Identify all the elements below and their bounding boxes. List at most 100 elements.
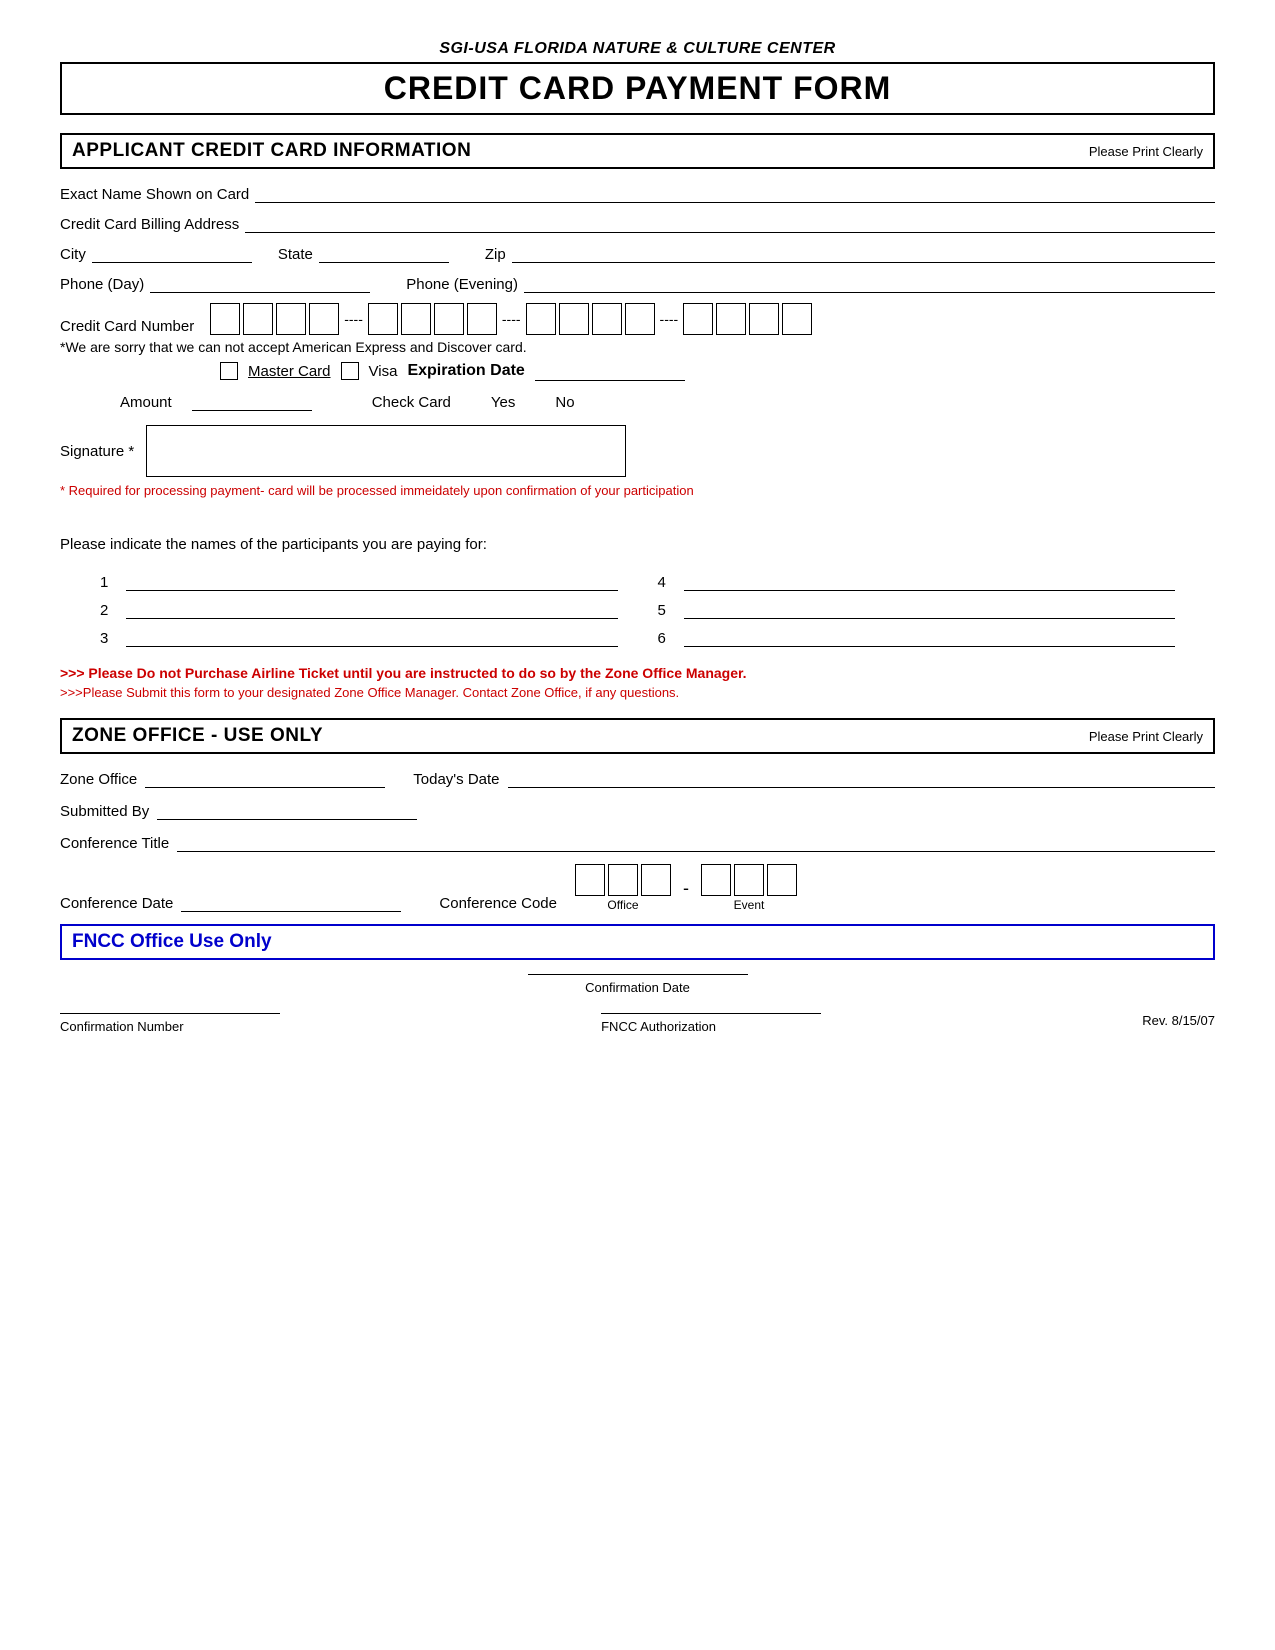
conf-number-line xyxy=(60,1013,280,1014)
name-label: Exact Name Shown on Card xyxy=(60,186,249,203)
confirmation-date-label: Confirmation Date xyxy=(585,980,690,995)
conf-title-label: Conference Title xyxy=(60,835,169,852)
cc-box-9[interactable] xyxy=(526,303,556,335)
submitted-by-row: Submitted By xyxy=(60,800,1215,820)
cc-box-2[interactable] xyxy=(243,303,273,335)
cc-number-row: Credit Card Number ---- ---- ---- xyxy=(60,303,1215,335)
amount-field[interactable] xyxy=(192,391,312,411)
todays-date-field[interactable] xyxy=(508,768,1215,788)
signature-label: Signature * xyxy=(60,443,134,460)
zone-section-header: ZONE OFFICE - USE ONLY Please Print Clea… xyxy=(60,718,1215,754)
cc-dash-3: ---- xyxy=(658,311,681,327)
participant-row-6: 6 xyxy=(658,627,1176,647)
office-box-3[interactable] xyxy=(641,864,671,896)
zip-field[interactable] xyxy=(512,243,1215,263)
cc-box-6[interactable] xyxy=(401,303,431,335)
participant-num-5: 5 xyxy=(658,602,678,619)
participant-num-4: 4 xyxy=(658,574,678,591)
cc-box-12[interactable] xyxy=(625,303,655,335)
city-state-zip-row: City State Zip xyxy=(60,243,1215,263)
no-label: No xyxy=(555,394,574,411)
visa-label: Visa xyxy=(369,363,398,380)
zone-section: ZONE OFFICE - USE ONLY Please Print Clea… xyxy=(60,718,1215,912)
phone-evening-field[interactable] xyxy=(524,273,1215,293)
zone-office-row: Zone Office Today's Date xyxy=(60,768,1215,788)
cc-dash-2: ---- xyxy=(500,311,523,327)
rev-label: Rev. 8/15/07 xyxy=(1142,1013,1215,1028)
submit-warning: >>>Please Submit this form to your desig… xyxy=(60,685,1215,700)
expiration-field[interactable] xyxy=(535,361,685,381)
submitted-by-field[interactable] xyxy=(157,800,417,820)
participant-row-4: 4 xyxy=(658,571,1176,591)
participant-field-2[interactable] xyxy=(126,599,618,619)
name-field[interactable] xyxy=(255,183,1215,203)
participant-field-1[interactable] xyxy=(126,571,618,591)
participant-row-3: 3 xyxy=(100,627,618,647)
participant-field-3[interactable] xyxy=(126,627,618,647)
rev-item: Rev. 8/15/07 xyxy=(1142,1013,1215,1028)
event-box-2[interactable] xyxy=(734,864,764,896)
participant-row-5: 5 xyxy=(658,599,1176,619)
mastercard-label: Master Card xyxy=(248,363,331,380)
cc-box-8[interactable] xyxy=(467,303,497,335)
office-box-2[interactable] xyxy=(608,864,638,896)
phone-day-label: Phone (Day) xyxy=(60,276,144,293)
phone-evening-label: Phone (Evening) xyxy=(406,276,518,293)
participant-field-4[interactable] xyxy=(684,571,1176,591)
participants-grid: 1 4 2 5 3 6 xyxy=(60,571,1215,647)
cc-box-11[interactable] xyxy=(592,303,622,335)
form-title: CREDIT CARD PAYMENT FORM xyxy=(60,62,1215,115)
checkcard-label: Check Card xyxy=(372,394,451,411)
phone-row: Phone (Day) Phone (Evening) xyxy=(60,273,1215,293)
fncc-auth-item: FNCC Authorization xyxy=(601,1013,821,1034)
visa-checkbox[interactable] xyxy=(341,362,359,380)
applicant-section-header: APPLICANT CREDIT CARD INFORMATION Please… xyxy=(60,133,1215,169)
submitted-by-label: Submitted By xyxy=(60,803,149,820)
participant-num-6: 6 xyxy=(658,630,678,647)
participant-num-3: 3 xyxy=(100,630,120,647)
cc-box-16[interactable] xyxy=(782,303,812,335)
fncc-auth-label: FNCC Authorization xyxy=(601,1019,716,1034)
conf-title-row: Conference Title xyxy=(60,832,1215,852)
cc-number-label: Credit Card Number xyxy=(60,318,194,335)
signature-box[interactable] xyxy=(146,425,626,477)
cc-box-3[interactable] xyxy=(276,303,306,335)
office-box-1[interactable] xyxy=(575,864,605,896)
amount-label: Amount xyxy=(120,394,172,411)
amount-row: Amount Check Card Yes No xyxy=(120,391,1215,411)
cc-box-10[interactable] xyxy=(559,303,589,335)
cc-box-1[interactable] xyxy=(210,303,240,335)
yes-label: Yes xyxy=(491,394,515,411)
city-field[interactable] xyxy=(92,243,252,263)
participant-field-5[interactable] xyxy=(684,599,1176,619)
mastercard-checkbox[interactable] xyxy=(220,362,238,380)
cc-box-5[interactable] xyxy=(368,303,398,335)
cc-box-4[interactable] xyxy=(309,303,339,335)
cc-box-14[interactable] xyxy=(716,303,746,335)
org-title: SGI-USA FLORIDA NATURE & CULTURE CENTER xyxy=(60,40,1215,58)
fncc-auth-line xyxy=(601,1013,821,1014)
conf-date-field[interactable] xyxy=(181,892,401,912)
zone-header-note: Please Print Clearly xyxy=(1089,729,1203,744)
cc-box-7[interactable] xyxy=(434,303,464,335)
conf-date-code-row: Conference Date Conference Code Office -… xyxy=(60,864,1215,912)
bottom-row: Confirmation Number FNCC Authorization R… xyxy=(60,1013,1215,1034)
address-field[interactable] xyxy=(245,213,1215,233)
event-box-3[interactable] xyxy=(767,864,797,896)
state-field[interactable] xyxy=(319,243,449,263)
phone-day-field[interactable] xyxy=(150,273,370,293)
cc-box-15[interactable] xyxy=(749,303,779,335)
event-box-1[interactable] xyxy=(701,864,731,896)
fncc-section: FNCC Office Use Only xyxy=(60,924,1215,960)
cc-dash-1: ---- xyxy=(342,311,365,327)
airline-warning: >>> Please Do not Purchase Airline Ticke… xyxy=(60,665,1215,681)
state-label: State xyxy=(278,246,313,263)
conf-title-field[interactable] xyxy=(177,832,1215,852)
cc-box-13[interactable] xyxy=(683,303,713,335)
participant-row-1: 1 xyxy=(100,571,618,591)
participant-field-6[interactable] xyxy=(684,627,1176,647)
name-row: Exact Name Shown on Card xyxy=(60,183,1215,203)
zone-office-field[interactable] xyxy=(145,768,385,788)
fncc-title: FNCC Office Use Only xyxy=(72,931,272,952)
city-label: City xyxy=(60,246,86,263)
